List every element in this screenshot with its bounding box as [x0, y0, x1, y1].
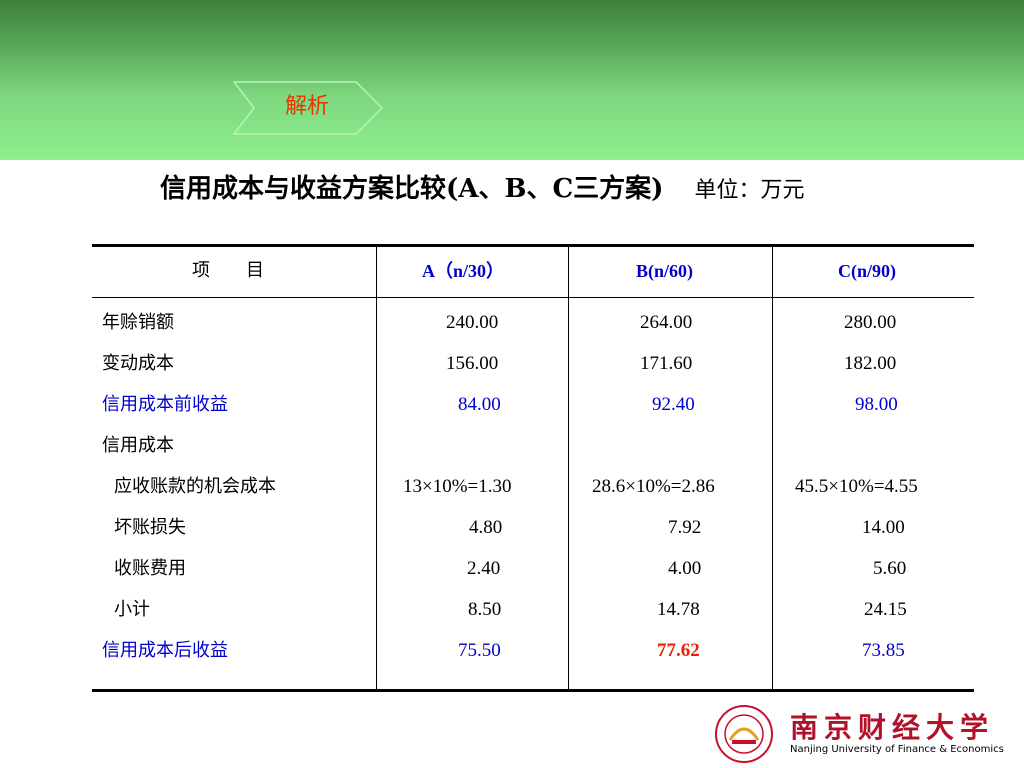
value-b: 171.60 — [640, 353, 693, 374]
value-b: 4.00 — [668, 558, 702, 579]
header-plan-b: B(n/60) — [636, 261, 694, 281]
table-bottom-rule — [92, 689, 974, 692]
value-a: 84.00 — [458, 394, 501, 415]
row-label: 信用成本后收益 — [102, 640, 228, 661]
value-a: 156.00 — [446, 353, 499, 374]
page-title: 信用成本与收益方案比较(A、B、C三方案) — [160, 174, 664, 204]
value-a: 8.50 — [468, 599, 502, 620]
comparison-table: 项 目 A（n/30） B(n/60) C(n/90) 年赊销额 240.00 … — [92, 244, 974, 692]
value-c: 5.60 — [873, 558, 907, 579]
value-c: 280.00 — [844, 312, 897, 333]
unit-label: 单位：万元 — [694, 178, 805, 203]
value-c: 24.15 — [864, 599, 907, 620]
value-b: 264.00 — [640, 312, 693, 333]
value-c: 73.85 — [862, 640, 905, 661]
university-seal-icon — [715, 705, 773, 763]
value-a: 75.50 — [458, 640, 501, 661]
value-c: 182.00 — [844, 353, 897, 374]
header-plan-c: C(n/90) — [838, 261, 896, 281]
value-a: 2.40 — [467, 558, 501, 579]
column-divider — [568, 244, 569, 692]
value-b: 28.6×10%=2.86 — [592, 476, 715, 497]
row-label: 信用成本前收益 — [102, 394, 228, 415]
row-label: 变动成本 — [102, 353, 174, 374]
university-subtitle: Nanjing University of Finance & Economic… — [790, 744, 1004, 755]
value-a: 4.80 — [469, 517, 503, 538]
header-plan-a: A（n/30） — [422, 261, 505, 281]
table-top-rule — [92, 244, 974, 247]
value-b: 14.78 — [657, 599, 700, 620]
value-c: 98.00 — [855, 394, 898, 415]
page-title-row: 信用成本与收益方案比较(A、B、C三方案) 单位：万元 — [160, 168, 980, 208]
table-header-rule — [92, 297, 974, 298]
header-item: 项 目 — [192, 260, 264, 281]
row-label: 应收账款的机会成本 — [114, 476, 276, 497]
value-a: 240.00 — [446, 312, 499, 333]
value-a: 13×10%=1.30 — [403, 476, 512, 497]
section-label: 解析 — [284, 94, 329, 119]
value-c: 45.5×10%=4.55 — [795, 476, 918, 497]
value-c: 14.00 — [862, 517, 905, 538]
university-logo: 南京财经大学 Nanjing University of Finance & E… — [712, 704, 1012, 764]
header-band — [0, 0, 1024, 160]
value-b: 7.92 — [668, 517, 702, 538]
university-name: 南京财经大学 — [790, 711, 995, 744]
column-divider — [376, 244, 377, 692]
value-b: 92.40 — [652, 394, 695, 415]
section-arrow-shape: 解析 — [232, 70, 384, 140]
row-label: 年赊销额 — [102, 312, 174, 333]
value-b: 77.62 — [657, 640, 700, 661]
row-label: 收账费用 — [114, 558, 186, 579]
column-divider — [772, 244, 773, 692]
row-label: 小计 — [114, 599, 150, 620]
row-label: 信用成本 — [102, 435, 174, 456]
row-label: 坏账损失 — [114, 517, 186, 538]
